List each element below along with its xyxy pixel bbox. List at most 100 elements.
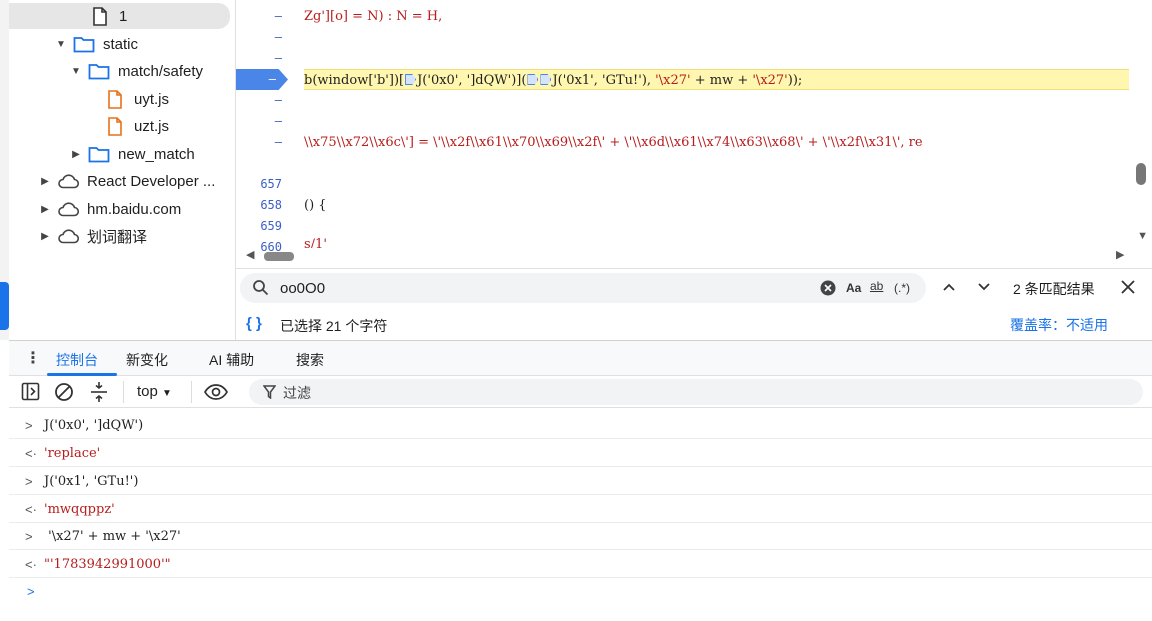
tree-item-translate-ext[interactable]: ▶ 划词翻译	[39, 223, 147, 249]
inline-breakpoint-icon[interactable]	[405, 74, 417, 85]
line-number: –	[274, 135, 282, 149]
scroll-right-icon[interactable]: ▶	[1116, 248, 1124, 261]
tree-item-static[interactable]: ▼ static	[55, 31, 138, 57]
console-prompt-icon[interactable]: >	[27, 584, 35, 599]
chevron-right-icon[interactable]: ▶	[39, 231, 51, 242]
more-options-icon[interactable]: ⋮	[25, 348, 41, 368]
console-text: J('0x1', 'GTu!')	[44, 474, 139, 489]
vertical-scrollbar-thumb[interactable]	[1136, 163, 1146, 185]
regex-button[interactable]: (.*)	[894, 281, 910, 295]
tree-item-label: 划词翻译	[87, 228, 148, 246]
code-line: s/1'	[304, 234, 327, 248]
breakpoint-marker[interactable]: –	[236, 69, 288, 90]
match-case-button[interactable]: Aa	[846, 281, 861, 295]
tree-item-label: match/safety	[118, 62, 204, 80]
eye-icon[interactable]	[204, 383, 228, 404]
tree-item-new-match[interactable]: ▶ new_match	[70, 141, 195, 167]
chevron-right-icon[interactable]: ▶	[39, 176, 51, 187]
context-label: top	[137, 383, 158, 400]
scroll-left-icon[interactable]: ◀	[246, 248, 254, 261]
line-number: –	[268, 72, 276, 86]
code-text: b(window['b'])[	[304, 73, 405, 88]
line-gutter[interactable]: – – – – – – – 657 658 659 660	[236, 0, 288, 268]
context-selector[interactable]: top ▼	[137, 383, 172, 400]
group-similar-icon[interactable]	[90, 381, 108, 406]
chevron-up-icon[interactable]	[942, 280, 956, 297]
scroll-down-icon[interactable]: ▼	[1137, 230, 1148, 242]
tree-item-uyt-js[interactable]: uyt.js	[104, 86, 169, 112]
file-icon	[89, 6, 111, 26]
code-string: '\x27'	[655, 73, 691, 88]
chevron-right-icon[interactable]: ▶	[70, 149, 82, 160]
close-icon[interactable]	[1121, 280, 1135, 297]
tree-item-label: React Developer ...	[87, 172, 216, 190]
filter-icon	[262, 385, 277, 402]
inline-breakpoint-icon[interactable]	[540, 74, 552, 85]
line-number: 658	[260, 198, 282, 212]
filter-input[interactable]: 过滤	[249, 379, 1143, 405]
line-number: –	[274, 93, 282, 107]
console-result-row: <· 'mwqqppz'	[9, 495, 1152, 523]
clear-icon[interactable]	[820, 280, 836, 299]
cloud-icon	[57, 226, 79, 246]
clear-console-icon[interactable]	[54, 382, 74, 405]
search-query: oo0O0	[280, 280, 326, 297]
input-chevron-icon: >	[25, 529, 33, 544]
code-text: J('0x1', 'GTu!'),	[552, 73, 656, 88]
tree-item-label: uyt.js	[134, 90, 170, 108]
search-icon	[252, 279, 269, 299]
editor-status-bar: { } 已选择 21 个字符 覆盖率：不适用	[236, 308, 1152, 340]
code-text: () {	[304, 198, 327, 213]
toolbar-divider	[123, 381, 124, 403]
result-chevron-icon: <·	[25, 502, 37, 517]
pretty-print-icon[interactable]: { }	[246, 315, 262, 332]
tree-item-label: hm.baidu.com	[87, 200, 182, 218]
code-text: J('0x0', ']dQW')	[417, 73, 517, 88]
console-input-row: > J('0x0', ']dQW')	[9, 411, 1152, 439]
folder-icon	[73, 34, 95, 54]
line-number: 659	[260, 219, 282, 233]
console-text: "'1783942991000'"	[44, 557, 171, 572]
folder-icon	[88, 144, 110, 164]
sidebar-toggle-icon[interactable]	[21, 382, 40, 404]
chevron-down-icon[interactable]: ▼	[70, 66, 82, 77]
console-result-row: <· "'1783942991000'"	[9, 550, 1152, 578]
tree-item-hm-baidu[interactable]: ▶ hm.baidu.com	[39, 196, 181, 222]
inline-breakpoint-icon[interactable]	[527, 74, 539, 85]
chevron-down-icon[interactable]	[977, 280, 991, 297]
selection-status: 已选择 21 个字符	[280, 318, 388, 334]
tree-item-file-1[interactable]: 1	[9, 3, 230, 29]
line-number: 657	[260, 177, 282, 191]
chevron-down-icon[interactable]: ▼	[55, 39, 67, 50]
tab-search[interactable]: 搜索	[296, 350, 324, 370]
tab-whats-new[interactable]: 新变化	[126, 350, 168, 370]
code-string: s/1'	[304, 237, 327, 248]
tree-item-uzt-js[interactable]: uzt.js	[104, 113, 169, 139]
code-editor[interactable]: – – – – – – – 657 658 659 660 Zg'][o] = …	[236, 0, 1152, 268]
console-output[interactable]: > J('0x0', ']dQW') <· 'replace' > J('0x1…	[9, 408, 1152, 621]
console-input-row: > J('0x1', 'GTu!')	[9, 467, 1152, 495]
console-text: J('0x0', ']dQW')	[44, 418, 144, 433]
cloud-icon	[57, 171, 79, 191]
toolbar-divider	[191, 381, 192, 403]
tab-console[interactable]: 控制台	[56, 350, 98, 370]
js-file-icon	[104, 89, 126, 109]
left-accent-tab	[0, 282, 9, 330]
input-chevron-icon: >	[25, 474, 33, 489]
code-area[interactable]: Zg'][o] = N) : N = H, b(window['b'])[ J('…	[304, 0, 1129, 268]
tab-ai-assistance[interactable]: AI 辅助	[209, 350, 254, 370]
cloud-icon	[57, 199, 79, 219]
whole-word-button[interactable]: ab	[870, 279, 883, 293]
tree-item-react-developer[interactable]: ▶ React Developer ...	[39, 168, 215, 194]
horizontal-scrollbar-thumb[interactable]	[264, 252, 294, 261]
tree-item-label: static	[103, 35, 139, 53]
code-line: () {	[304, 195, 327, 216]
search-input[interactable]: oo0O0 Aa ab (.*)	[240, 273, 926, 303]
tree-item-match-safety[interactable]: ▼ match/safety	[70, 58, 203, 84]
chevron-right-icon[interactable]: ▶	[39, 204, 51, 215]
code-text: Zg'][o] = N) : N = H,	[304, 9, 443, 24]
coverage-link[interactable]: 覆盖率：不适用	[1010, 315, 1108, 335]
find-bar: oo0O0 Aa ab (.*) 2 条匹配结果	[236, 268, 1152, 308]
console-result-row: <· 'replace'	[9, 439, 1152, 467]
line-number: –	[274, 51, 282, 65]
